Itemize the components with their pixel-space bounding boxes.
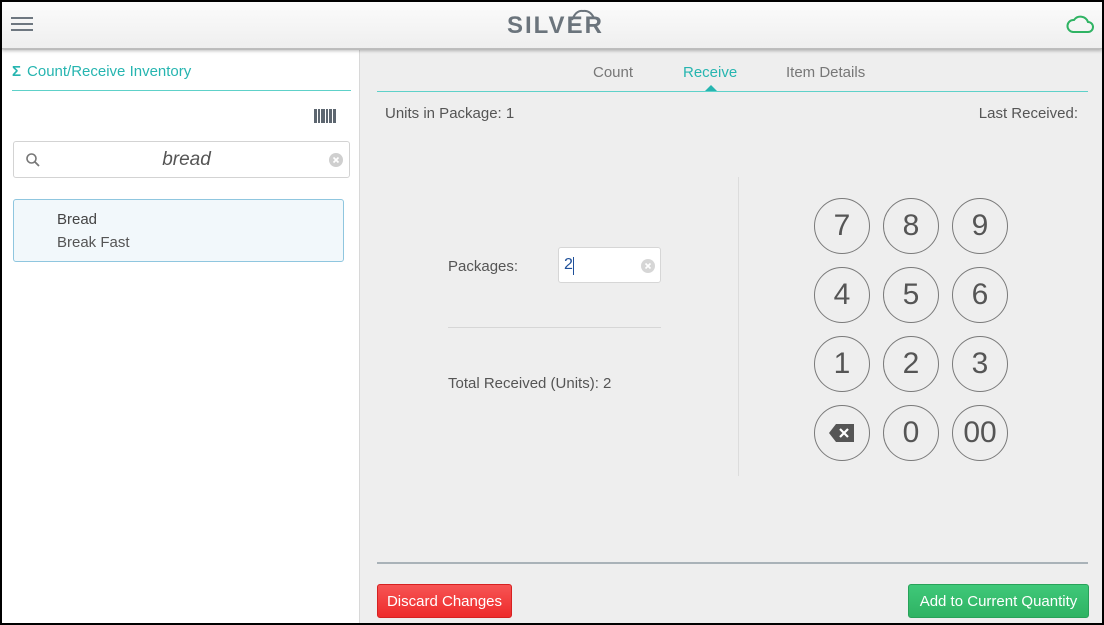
- top-bar: SILVER: [2, 2, 1102, 49]
- item-category: Break Fast: [57, 234, 130, 251]
- hamburger-menu-icon[interactable]: [11, 17, 33, 33]
- clear-packages-icon[interactable]: [641, 259, 655, 273]
- key-2[interactable]: 2: [883, 336, 939, 392]
- packages-label: Packages:: [448, 258, 519, 275]
- divider: [377, 562, 1088, 564]
- search-input[interactable]: [54, 146, 319, 174]
- barcode-icon[interactable]: [314, 109, 336, 123]
- key-8[interactable]: 8: [883, 198, 939, 254]
- units-in-package: Units in Package: 1: [385, 105, 515, 122]
- logo-cloud-arc-icon: [571, 9, 595, 21]
- sigma-icon: Σ: [12, 63, 22, 80]
- total-received: Total Received (Units): 2: [448, 375, 612, 392]
- sidebar-title: Σ Count/Receive Inventory: [12, 63, 191, 80]
- tab-count[interactable]: Count: [593, 64, 633, 81]
- app-window: SILVER Σ Count/Receive Inventory Bread Br…: [2, 2, 1102, 623]
- key-7[interactable]: 7: [814, 198, 870, 254]
- tab-item-details[interactable]: Item Details: [786, 64, 865, 81]
- list-item[interactable]: Bread Break Fast: [13, 199, 344, 262]
- search-box: [13, 141, 350, 178]
- key-9[interactable]: 9: [952, 198, 1008, 254]
- sidebar-title-text: Count/Receive Inventory: [27, 63, 192, 80]
- key-3[interactable]: 3: [952, 336, 1008, 392]
- vertical-divider: [738, 177, 739, 476]
- discard-changes-button[interactable]: Discard Changes: [377, 584, 512, 618]
- sidebar: Σ Count/Receive Inventory Bread Break Fas…: [2, 50, 360, 623]
- key-00[interactable]: 00: [952, 405, 1008, 461]
- tab-bar: Count Receive Item Details: [377, 50, 1088, 92]
- packages-input[interactable]: [564, 254, 634, 276]
- key-5[interactable]: 5: [883, 267, 939, 323]
- clear-search-icon[interactable]: [329, 153, 343, 167]
- tab-receive[interactable]: Receive: [683, 64, 737, 81]
- key-0[interactable]: 0: [883, 405, 939, 461]
- search-icon: [26, 153, 40, 167]
- cloud-icon[interactable]: [1066, 14, 1094, 34]
- key-6[interactable]: 6: [952, 267, 1008, 323]
- text-cursor: [573, 257, 574, 275]
- backspace-icon: [829, 424, 854, 442]
- item-name: Bread: [57, 211, 98, 228]
- key-4[interactable]: 4: [814, 267, 870, 323]
- add-to-current-quantity-button[interactable]: Add to Current Quantity: [908, 584, 1089, 618]
- packages-field: [558, 247, 661, 283]
- key-backspace[interactable]: [814, 405, 870, 461]
- main-panel: Count Receive Item Details Units in Pack…: [361, 50, 1102, 623]
- divider: [12, 90, 351, 91]
- last-received: Last Received:: [978, 105, 1078, 122]
- divider: [448, 327, 661, 328]
- key-1[interactable]: 1: [814, 336, 870, 392]
- active-tab-indicator: [705, 85, 717, 91]
- numeric-keypad: 7 8 9 4 5 6 1 2 3 0 00: [814, 198, 1008, 461]
